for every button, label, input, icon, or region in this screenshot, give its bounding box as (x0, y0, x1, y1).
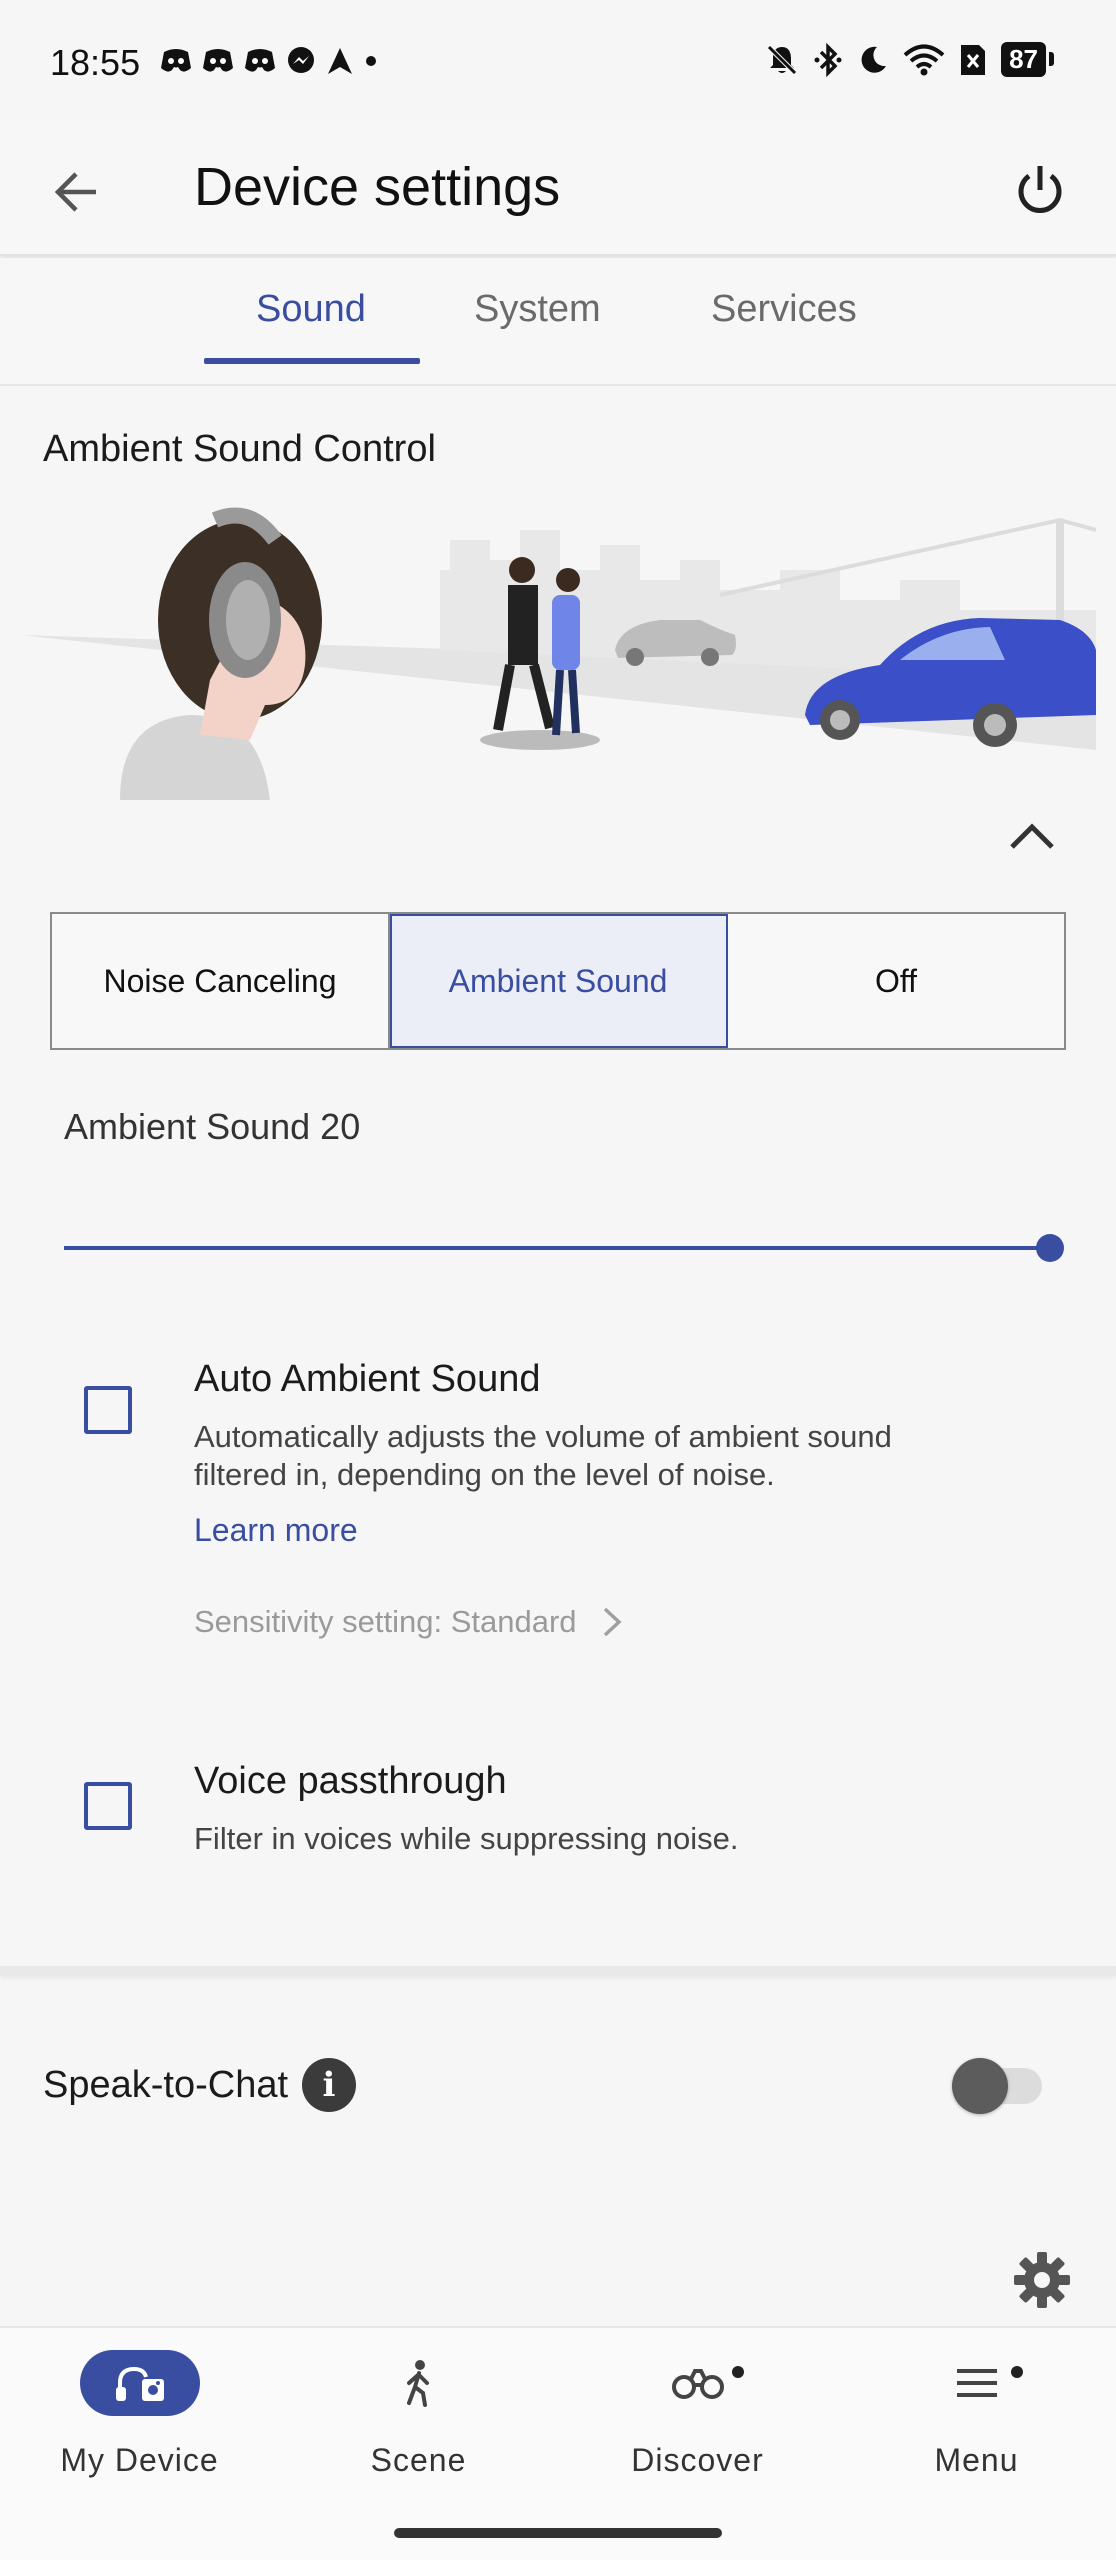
section-title: Ambient Sound Control (43, 428, 436, 470)
voice-passthrough-title: Voice passthrough (194, 1760, 507, 1802)
panel-divider (0, 1966, 1116, 1976)
nav-icon-container (638, 2350, 758, 2416)
nav-icon-container (917, 2350, 1037, 2416)
back-button[interactable] (36, 152, 116, 232)
voice-passthrough-checkbox[interactable] (84, 1782, 132, 1830)
tab-sound[interactable]: Sound (256, 288, 366, 331)
toggle-knob[interactable] (952, 2058, 1008, 2114)
nav-label: My Device (60, 2442, 219, 2478)
sensitivity-setting[interactable]: Sensitivity setting: Standard (194, 1604, 623, 1640)
hamburger-menu-icon (956, 2369, 997, 2397)
mode-noise-canceling[interactable]: Noise Canceling (52, 914, 390, 1048)
mode-ambient-sound[interactable]: Ambient Sound (390, 914, 728, 1048)
dot-icon (366, 56, 376, 66)
voice-passthrough-desc: Filter in voices while suppressing noise… (194, 1821, 739, 1856)
tab-services[interactable]: Services (711, 288, 857, 331)
nav-label: Scene (370, 2442, 467, 2478)
messenger-icon (288, 47, 314, 73)
nav-scene[interactable]: Scene (279, 2328, 558, 2518)
ambient-level-label: Ambient Sound 20 (64, 1106, 361, 1147)
nav-discover[interactable]: Discover (558, 2328, 837, 2518)
no-sim-icon (961, 44, 986, 75)
auto-ambient-desc-line1: Automatically adjusts the volume of ambi… (194, 1419, 892, 1454)
bottom-navigation: My Device Scene Discover Menu (0, 2326, 1116, 2560)
nav-label: Discover (631, 2442, 764, 2478)
discord-icon (203, 49, 233, 72)
nav-icon-container (79, 2350, 200, 2416)
auto-ambient-desc-line2: filtered in, depending on the level of n… (194, 1457, 775, 1492)
nav-menu[interactable]: Menu (837, 2328, 1116, 2518)
walking-person-icon (406, 2360, 429, 2407)
ambient-level-slider[interactable] (64, 1246, 1052, 1250)
info-icon[interactable]: i (302, 2058, 356, 2112)
power-button[interactable] (1000, 150, 1080, 230)
discord-icon (161, 49, 191, 72)
speak-to-chat-label: Speak-to-Chat (43, 2064, 289, 2106)
back-arrow-icon (54, 172, 96, 212)
navigation-icon (328, 48, 352, 74)
learn-more-link[interactable]: Learn more (194, 1512, 358, 1549)
app-bar: Device settings (0, 120, 1116, 256)
nav-icon-container (359, 2350, 479, 2416)
tab-bar: Sound System Services (0, 258, 1116, 386)
sensitivity-label: Sensitivity setting: Standard (194, 1604, 577, 1639)
binoculars-icon (671, 2369, 724, 2399)
tab-system[interactable]: System (474, 288, 601, 331)
wifi-icon (903, 44, 945, 75)
notification-dot (1011, 2366, 1023, 2378)
mute-bell-icon (767, 44, 797, 75)
auto-ambient-title: Auto Ambient Sound (194, 1358, 541, 1400)
slider-thumb[interactable] (1036, 1234, 1064, 1262)
notification-icons (160, 46, 378, 76)
noise-mode-selector: Noise Canceling Ambient Sound Off (50, 912, 1066, 1050)
status-bar: 18:55 87 (0, 0, 1116, 120)
collapse-button[interactable] (1000, 810, 1064, 862)
power-icon (1018, 166, 1062, 213)
status-right-icons: 87 (765, 42, 1054, 77)
chevron-up-icon (1010, 823, 1054, 849)
mode-off[interactable]: Off (728, 914, 1064, 1048)
discord-icon (245, 49, 275, 72)
gear-icon[interactable] (1012, 2250, 1072, 2310)
tab-indicator (204, 358, 420, 364)
page-title: Device settings (194, 157, 561, 217)
notification-dot (732, 2366, 744, 2378)
ambient-illustration (20, 507, 1096, 800)
nav-label: Menu (934, 2442, 1019, 2478)
auto-ambient-checkbox[interactable] (84, 1386, 132, 1434)
headphones-device-icon (115, 2366, 164, 2401)
chevron-right-icon (603, 1607, 622, 1637)
home-indicator[interactable] (394, 2528, 722, 2538)
bluetooth-icon (814, 42, 842, 77)
nav-my-device[interactable]: My Device (0, 2328, 279, 2518)
battery-indicator: 87 (1001, 42, 1054, 77)
moon-icon (861, 46, 887, 73)
status-time: 18:55 (50, 42, 141, 83)
